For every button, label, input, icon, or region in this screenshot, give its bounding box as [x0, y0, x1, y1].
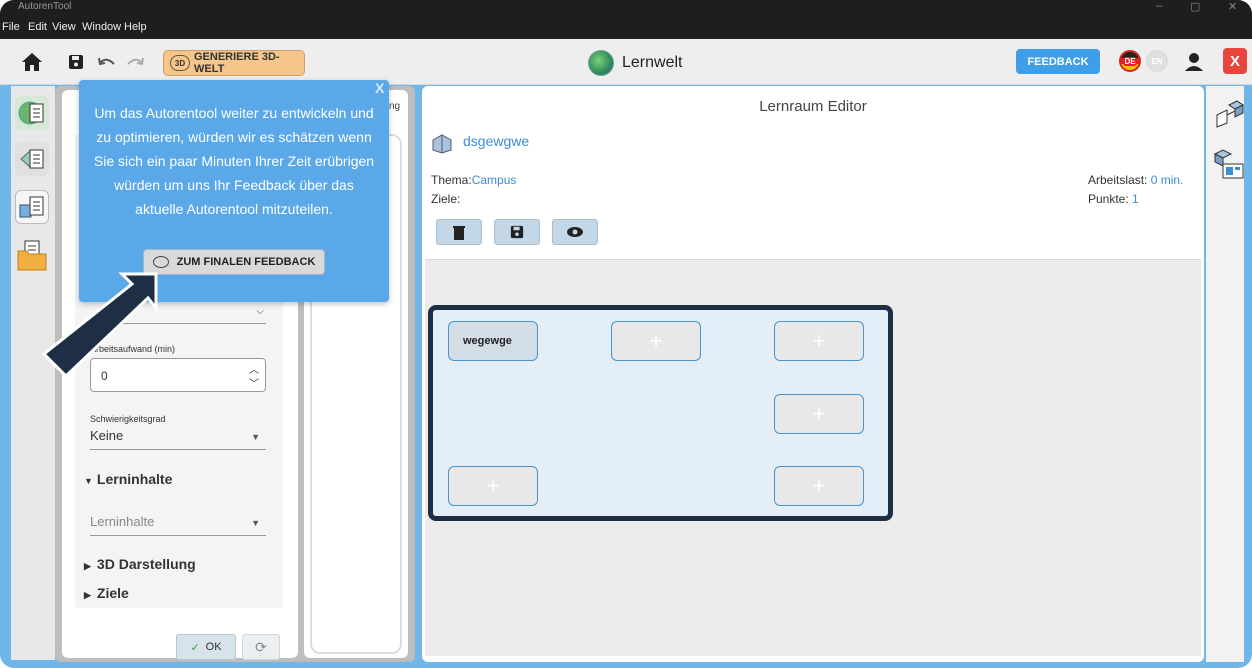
element-editor-icon[interactable]	[15, 190, 49, 224]
points-label: Punkte:	[1088, 192, 1129, 206]
section-goals[interactable]: ▶ Ziele	[84, 585, 129, 601]
minimize-button[interactable]: –	[1156, 0, 1162, 12]
ok-button[interactable]: ✓ OK	[176, 634, 236, 660]
user-icon[interactable]	[1182, 50, 1206, 74]
add-element-icon: +	[486, 473, 500, 498]
add-element-icon: +	[812, 401, 826, 426]
space-editor-icon[interactable]	[15, 142, 49, 176]
dropdown-arrow-icon: ▼	[251, 518, 260, 528]
menu-window[interactable]: Window	[82, 21, 121, 33]
room-name: dsgewgwe	[463, 133, 530, 149]
section-3d-display-label: 3D Darstellung	[96, 556, 196, 572]
add-element-icon: +	[649, 328, 663, 353]
menu-help[interactable]: Help	[124, 21, 147, 33]
world-title: Lernwelt	[588, 49, 682, 77]
title-bar: AutorenTool – ▢ ✕	[0, 0, 1252, 17]
room-slot-2[interactable]: +	[611, 321, 701, 361]
save-room-button[interactable]	[494, 219, 540, 245]
close-app-button[interactable]: X	[1223, 48, 1247, 74]
delete-room-button[interactable]	[436, 219, 482, 245]
slot-element-label: wegewge	[463, 335, 512, 347]
learning-content-select[interactable]: Lerninhalte ▼	[90, 514, 266, 536]
theme-label: Thema:	[431, 173, 472, 187]
final-feedback-button[interactable]: ZUM FINALEN FEEDBACK	[143, 249, 325, 275]
maximize-button[interactable]: ▢	[1190, 0, 1200, 13]
section-learning-content[interactable]: ▼ Lerninhalte	[84, 471, 172, 487]
content-panel-header: ng	[389, 101, 401, 112]
refresh-icon: ⟳	[255, 638, 267, 655]
save-icon	[510, 225, 524, 239]
redo-icon[interactable]	[124, 52, 146, 72]
generate-label: GENERIERE 3D-WELT	[194, 51, 280, 75]
undo-icon[interactable]	[96, 52, 118, 72]
expanded-arrow-icon: ▼	[84, 476, 93, 486]
goals-info: Ziele:	[431, 192, 461, 206]
menu-file[interactable]: File	[2, 21, 20, 33]
final-feedback-label: ZUM FINALEN FEEDBACK	[176, 256, 316, 268]
menu-view[interactable]: View	[52, 21, 76, 33]
add-element-icon: +	[812, 328, 826, 353]
globe-icon	[588, 50, 614, 76]
create-space-icon[interactable]	[1212, 96, 1246, 130]
increment-icon[interactable]: ︿	[249, 361, 259, 376]
workload-info-label: Arbeitslast:	[1088, 173, 1148, 187]
theme-info: Thema:Campus	[431, 173, 516, 187]
section-3d-display[interactable]: ▶ 3D Darstellung	[84, 556, 196, 572]
create-element-icon[interactable]	[1212, 146, 1246, 180]
world-title-label: Lernwelt	[622, 54, 683, 71]
3d-badge-icon: 3D	[170, 55, 190, 71]
ok-label: OK	[205, 641, 222, 653]
window-close-button[interactable]: ✕	[1228, 0, 1237, 13]
eye-icon	[567, 227, 583, 237]
menu-edit[interactable]: Edit	[28, 21, 47, 33]
points-value: 1	[1132, 192, 1139, 206]
editor-title: Lernraum Editor	[759, 98, 867, 115]
workload-info: Arbeitslast: 0 min.	[1088, 173, 1183, 187]
section-learning-content-label: Lerninhalte	[96, 471, 173, 487]
feedback-button[interactable]: FEEDBACK	[1016, 49, 1100, 74]
lang-en-label: EN	[1151, 56, 1163, 66]
window-title: AutorenTool	[18, 1, 72, 12]
theme-value: Campus	[471, 173, 517, 187]
world-editor-icon[interactable]	[15, 96, 49, 130]
popup-message: Um das Autorentool weiter zu entwickeln …	[93, 105, 375, 217]
room-icon	[431, 132, 453, 154]
home-icon[interactable]	[20, 51, 44, 73]
decrement-icon[interactable]: ﹀	[249, 375, 259, 390]
lang-de-label: DE	[1123, 56, 1137, 66]
difficulty-label: Schwierigkeitsgrad	[90, 414, 166, 424]
pointer-arrow-icon	[41, 272, 158, 379]
chevron-down-icon: ⌵	[256, 306, 264, 317]
room-slot-4[interactable]: +	[774, 394, 864, 434]
learning-content-placeholder: Lerninhalte	[90, 514, 155, 529]
language-en-button[interactable]: EN	[1146, 50, 1168, 72]
popup-close-button[interactable]: X	[375, 80, 384, 96]
save-icon[interactable]	[66, 52, 86, 72]
preview-room-button[interactable]	[552, 219, 598, 245]
room-slot-3[interactable]: +	[774, 321, 864, 361]
collapsed-arrow-icon: ▶	[84, 561, 91, 571]
difficulty-select[interactable]: Keine ▼	[90, 428, 266, 450]
collapsed-arrow-icon: ▶	[84, 590, 91, 600]
generate-3d-world-button[interactable]: 3D GENERIERE 3D-WELT	[163, 50, 305, 76]
menu-bar: File Edit View Window Help	[0, 17, 1252, 39]
reset-button[interactable]: ⟳	[242, 634, 280, 660]
add-element-icon: +	[812, 473, 826, 498]
section-goals-label: Ziele	[96, 585, 129, 601]
room-slot-1[interactable]: wegewge	[448, 321, 538, 361]
workload-info-value: 0 min.	[1150, 173, 1184, 187]
dropdown-arrow-icon: ▼	[251, 432, 260, 442]
trash-icon	[453, 225, 465, 240]
app-window: AutorenTool – ▢ ✕ File Edit View Window …	[0, 0, 1252, 668]
language-de-button[interactable]: DE	[1119, 50, 1141, 72]
points-info: Punkte: 1	[1088, 192, 1139, 206]
room-slot-5[interactable]: +	[448, 466, 538, 506]
difficulty-value: Keine	[90, 428, 124, 443]
check-icon: ✓	[190, 641, 200, 654]
room-slot-6[interactable]: +	[774, 466, 864, 506]
